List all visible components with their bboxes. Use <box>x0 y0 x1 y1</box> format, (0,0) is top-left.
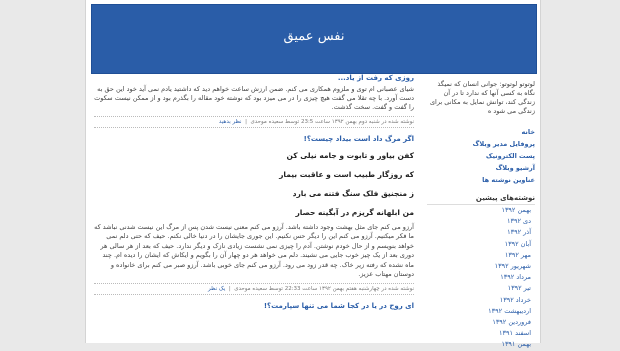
archive-item[interactable]: اردیبهشت ۱۳۹۲ <box>427 306 535 317</box>
archive-item[interactable]: بهمن ۱۳۹۱ <box>427 339 535 350</box>
poem-verse: کفن بیاور و تابوت و جامه نیلی کن <box>286 151 414 160</box>
main-content: روزی که رفت از یاد... شیای عصبانی ام توی… <box>94 73 414 311</box>
archive-item[interactable]: بهمن ۱۳۹۲ <box>427 205 535 216</box>
post-meta: نوشته شده در چهارشنبه هفتم بهمن ۱۳۹۲ ساع… <box>94 283 414 296</box>
poem-verse: که روزگار طبیب است و عاقبت بیمار <box>279 170 414 179</box>
archive-item[interactable]: آبان ۱۳۹۲ <box>427 239 535 250</box>
page-container: نفس عمیق لوتوتو لوتوتو: جوانی انسان که ن… <box>85 0 541 348</box>
sidebar-links: خانه پروفایل مدیر وبلاگ پست الکترونیک آر… <box>427 126 535 186</box>
archive-heading: نوشته‌های پیشین <box>427 194 535 205</box>
post-date: نوشته شده در شنبه دوم بهمن ۱۳۹۲ ساعت 23:… <box>250 119 414 125</box>
blog-header: نفس عمیق <box>91 4 537 74</box>
post: روزی که رفت از یاد... شیای عصبانی ام توی… <box>94 73 414 128</box>
archive-item[interactable]: فروردین ۱۳۹۲ <box>427 317 535 328</box>
archive-item[interactable]: مهر ۱۳۹۲ <box>427 250 535 261</box>
archive-item[interactable]: خرداد ۱۳۹۲ <box>427 295 535 306</box>
post-body: شیای عصبانی ام توی و ملزوم همکاری می کنم… <box>94 85 414 111</box>
poem-verse: ز منجنیق فلک سنگ فتنه می بارد <box>292 189 414 198</box>
blog-description: لوتوتو لوتوتو: جوانی انسان که نمیگذ نگاه… <box>429 80 535 115</box>
link-home[interactable]: خانه <box>427 126 535 138</box>
post-title[interactable]: ای روح در یا در کجا شما می‌ تنها سپارمت؟… <box>94 301 414 311</box>
link-post-titles[interactable]: عناوین نوشته ها <box>427 174 535 186</box>
post-body: آرزو می کنم جای مثل بهشت وجود داشته باشد… <box>94 223 414 279</box>
archive-item[interactable]: آذر ۱۳۹۲ <box>427 227 535 238</box>
post-date: نوشته شده در چهارشنبه هفتم بهمن ۱۳۹۲ ساع… <box>234 286 414 293</box>
link-profile[interactable]: پروفایل مدیر وبلاگ <box>427 138 535 150</box>
comments-link[interactable]: یک نظر <box>208 286 225 292</box>
archive-item[interactable]: مرداد ۱۳۹۲ <box>427 272 535 283</box>
poem: کفن بیاور و تابوت و جامه نیلی کن که روزگ… <box>94 146 414 222</box>
poem-verse: من ابلهانه گریزم در آبگینه حصار <box>295 208 414 217</box>
sidebar: لوتوتو لوتوتو: جوانی انسان که نمیگذ نگاه… <box>427 80 535 351</box>
post-title[interactable]: روزی که رفت از یاد... <box>94 73 414 83</box>
comments-link[interactable]: نظر بدهید <box>219 119 242 125</box>
post-title[interactable]: اگر مرگ داد است بیداد چیست؟! <box>94 134 414 144</box>
post: ای روح در یا در کجا شما می‌ تنها سپارمت؟… <box>94 301 414 311</box>
archive-item[interactable]: تیر ۱۳۹۲ <box>427 283 535 294</box>
post-meta: نوشته شده در شنبه دوم بهمن ۱۳۹۲ ساعت 23:… <box>94 116 414 128</box>
blog-title[interactable]: نفس عمیق <box>92 29 536 44</box>
link-email[interactable]: پست الکترونیک <box>427 150 535 162</box>
archive-item[interactable]: اسفند ۱۳۹۱ <box>427 328 535 339</box>
link-archive[interactable]: آرشیو وبلاگ <box>427 162 535 174</box>
archive-item[interactable]: شهریور ۱۳۹۲ <box>427 261 535 272</box>
archive-list: بهمن ۱۳۹۲ دی ۱۳۹۲ آذر ۱۳۹۲ آبان ۱۳۹۲ مهر… <box>427 205 535 351</box>
archive-item[interactable]: دی ۱۳۹۲ <box>427 216 535 227</box>
post: اگر مرگ داد است بیداد چیست؟! کفن بیاور و… <box>94 134 414 296</box>
